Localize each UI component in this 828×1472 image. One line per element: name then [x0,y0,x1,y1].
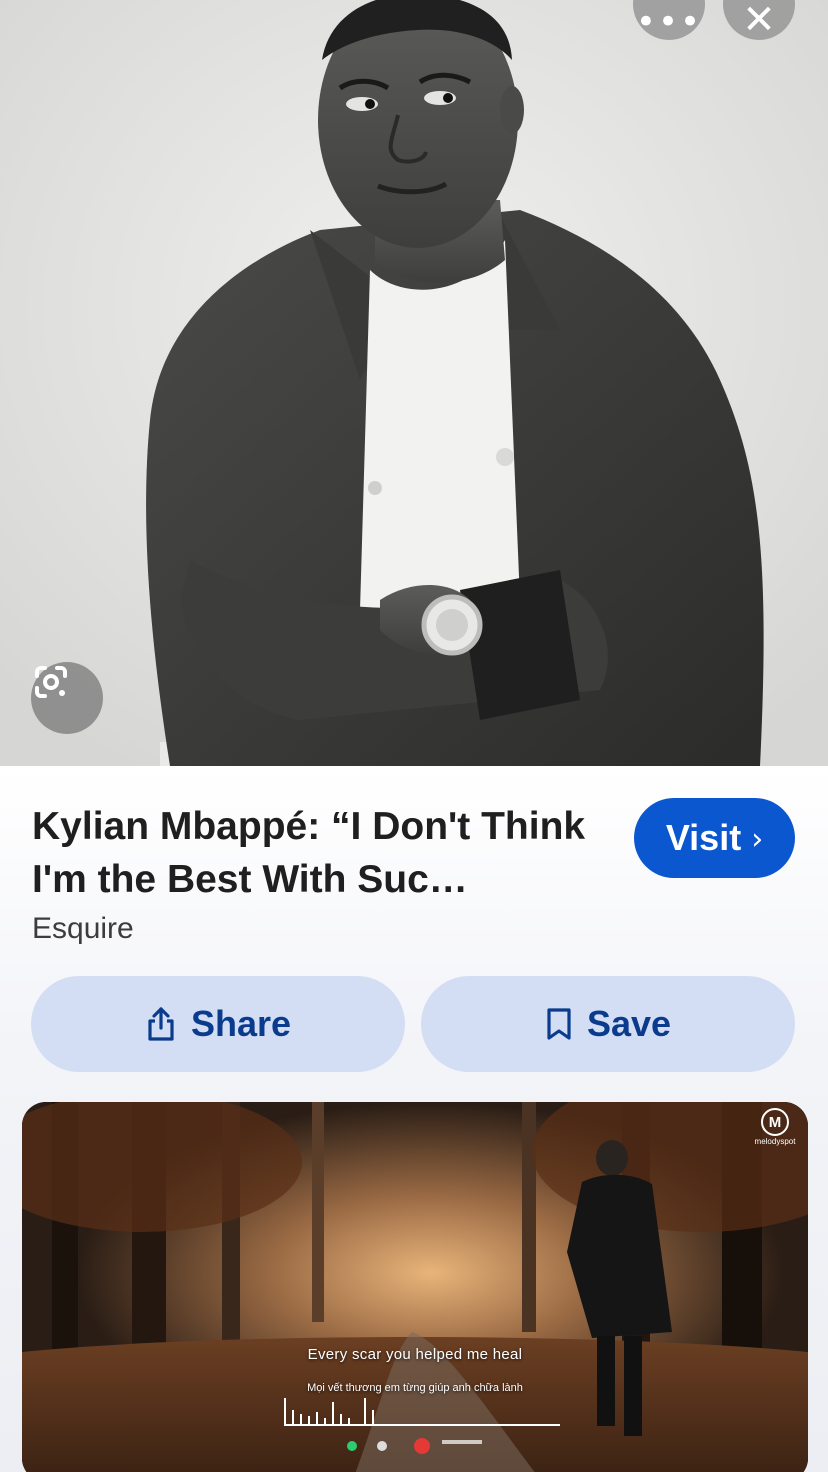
lyric-vietnamese: Mọi vết thương em từng giúp anh chữa làn… [307,1382,523,1394]
next-result-card[interactable]: Every scar you helped me heal Mọi vết th… [22,1102,808,1472]
channel-logo: M melodyspot [752,1108,798,1146]
bookmark-icon [547,1008,571,1040]
save-label: Save [586,1003,672,1044]
save-button[interactable]: Save [421,976,795,1072]
result-image[interactable]: ••• ✕ [0,0,828,766]
chevron-right-icon: › [751,821,764,857]
more-options-button[interactable]: ••• [633,0,705,40]
share-icon [148,1007,174,1041]
forest-video-thumbnail [22,1102,808,1472]
result-title[interactable]: Kylian Mbappé: “I Don't Think I'm the Be… [32,800,622,906]
lyric-english: Every scar you helped me heal [307,1346,523,1363]
more-horizontal-icon: ••• [635,2,703,42]
channel-logo-text: melodyspot [754,1137,796,1146]
visit-label: Visit [665,817,742,858]
share-button[interactable]: Share [31,976,405,1072]
google-lens-button[interactable] [31,662,103,734]
share-label: Share [190,1003,292,1044]
visit-button[interactable]: Visit › [634,798,795,878]
result-source[interactable]: Esquire [32,912,134,946]
portrait-illustration [0,0,828,766]
google-lens-icon [35,666,67,698]
channel-logo-badge: M [761,1108,789,1136]
close-icon: ✕ [742,0,776,43]
image-viewer: ••• ✕ Kylian Mbappé: “I Don't Think I'm … [0,0,828,1472]
